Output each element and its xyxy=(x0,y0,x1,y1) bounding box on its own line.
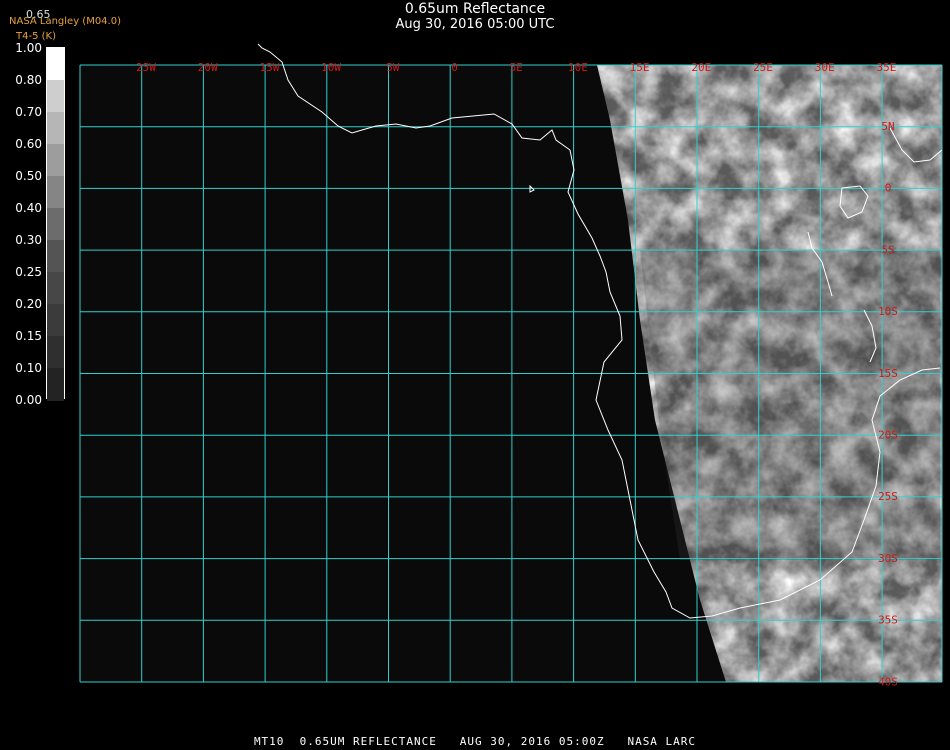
latitude-label: 5N xyxy=(881,120,894,133)
latitude-label: 35S xyxy=(878,614,898,627)
satellite-map: 25W 20W 15W 10W 5W 0 5E 10E 15E 20E 25E 30E 35E 5N 0 5… xyxy=(79,43,943,688)
latitude-label: 25S xyxy=(878,490,898,503)
longitude-label: 15E xyxy=(630,61,650,74)
latitude-label: 30S xyxy=(878,552,898,565)
longitude-label: 25W xyxy=(136,61,156,74)
latitude-label: 15S xyxy=(878,367,898,380)
latitude-label: 0 xyxy=(885,182,892,195)
longitude-label: 10E xyxy=(568,61,588,74)
latitude-label: 5S xyxy=(881,243,894,256)
longitude-label: 25E xyxy=(753,61,773,74)
longitude-label: 5W xyxy=(386,61,400,74)
longitude-label: 20W xyxy=(198,61,218,74)
footer-caption: MT10 0.65UM REFLECTANCE AUG 30, 2016 05:… xyxy=(253,735,697,748)
longitude-label: 20E xyxy=(691,61,711,74)
longitude-label: 30E xyxy=(815,61,835,74)
latitude-label: 20S xyxy=(878,429,898,442)
longitude-label: 5E xyxy=(510,61,523,74)
latitude-label: 40S xyxy=(878,675,898,688)
longitude-label: 15W xyxy=(259,61,279,74)
longitude-label: 0 xyxy=(451,61,458,74)
longitude-label: 10W xyxy=(321,61,341,74)
longitude-label: 35E xyxy=(876,61,896,74)
latitude-label: 10S xyxy=(878,305,898,318)
